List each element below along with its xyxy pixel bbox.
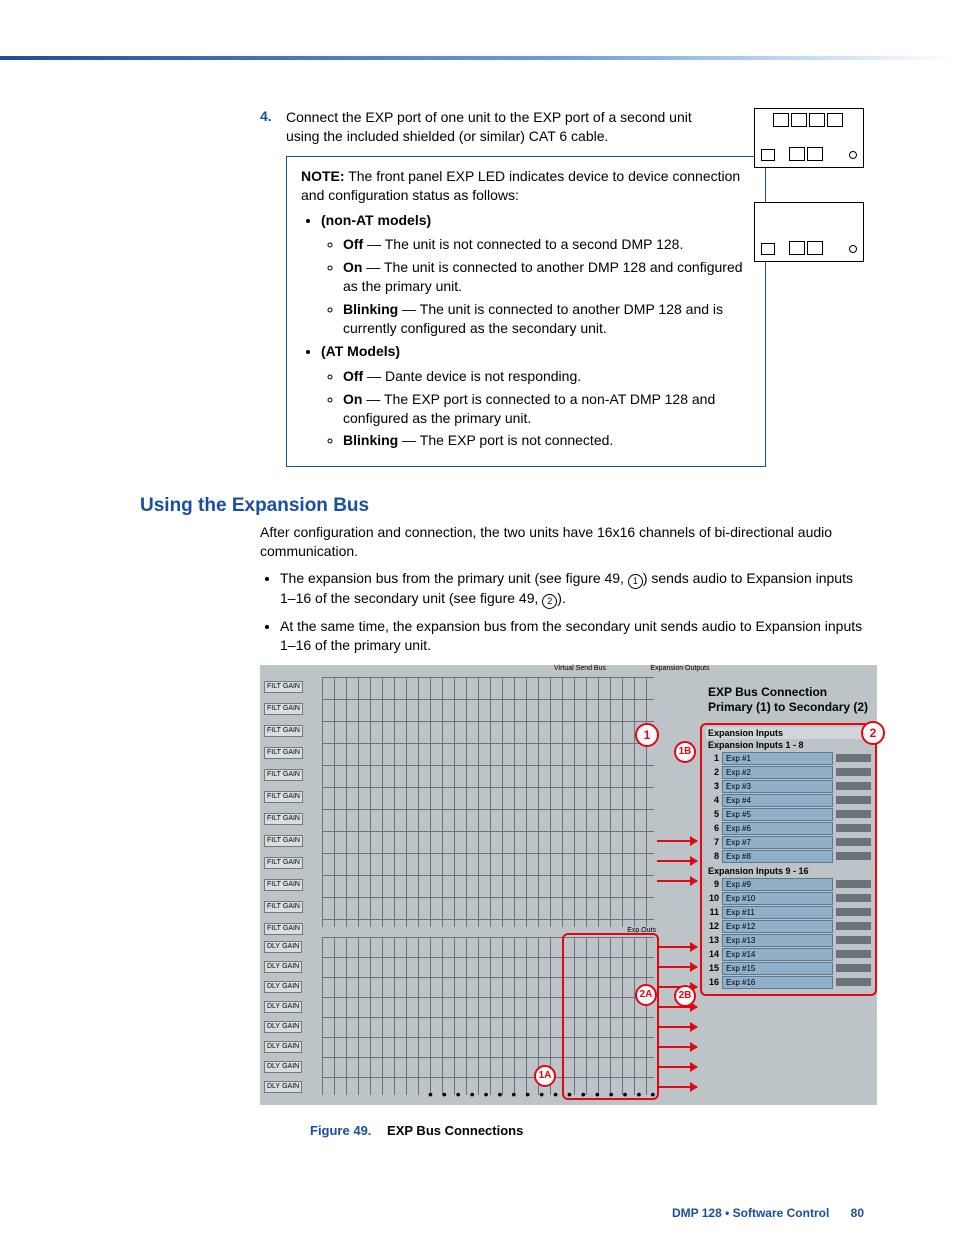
figure-caption: Figure 49. EXP Bus Connections bbox=[310, 1123, 864, 1138]
exp-inputs-sub2: Expansion Inputs 9 - 16 bbox=[706, 866, 871, 877]
mix-row-label: DLYGAIN bbox=[264, 1001, 302, 1013]
mix-grid-top bbox=[322, 677, 654, 927]
callout-1: 1 bbox=[635, 723, 659, 747]
red-arrow bbox=[657, 880, 697, 882]
section-heading: Using the Expansion Bus bbox=[140, 495, 864, 517]
callout-2: 2 bbox=[861, 721, 885, 745]
footer-text: DMP 128 • Software Control bbox=[672, 1206, 829, 1220]
mix-row-label: DLYGAIN bbox=[264, 941, 302, 953]
exp-input-row: 12Exp #12 bbox=[706, 920, 871, 933]
mix-row-label: FILTGAIN bbox=[264, 813, 303, 825]
exp-input-row: 7Exp #7 bbox=[706, 836, 871, 849]
note-box: NOTE: The front panel EXP LED indicates … bbox=[286, 156, 766, 468]
mix-row-label: FILTGAIN bbox=[264, 901, 303, 913]
mix-row-label: DLYGAIN bbox=[264, 1021, 302, 1033]
right-panel-title: EXP Bus Connection Primary (1) to Second… bbox=[708, 685, 877, 715]
mix-row-label: DLYGAIN bbox=[264, 1041, 302, 1053]
mix-row-label: FILTGAIN bbox=[264, 879, 303, 891]
exp-input-row: 1Exp #1 bbox=[706, 752, 871, 765]
red-arrow bbox=[657, 860, 697, 862]
callout-1a: 1A bbox=[534, 1065, 556, 1087]
device-unit-bottom bbox=[754, 202, 864, 262]
mix-row-label: DLYGAIN bbox=[264, 981, 302, 993]
section-intro: After configuration and connection, the … bbox=[260, 523, 864, 561]
mix-row-label: FILTGAIN bbox=[264, 725, 303, 737]
callout-1b: 1B bbox=[674, 741, 696, 763]
red-arrow bbox=[657, 1006, 697, 1008]
bullet-0: The expansion bus from the primary unit … bbox=[280, 569, 864, 609]
mix-row-label: DLYGAIN bbox=[264, 1081, 302, 1093]
page-body: 4. Connect the EXP port of one unit to t… bbox=[0, 60, 954, 1178]
red-arrow bbox=[657, 1086, 697, 1088]
exp-input-row: 14Exp #14 bbox=[706, 948, 871, 961]
note-intro: The front panel EXP LED indicates device… bbox=[301, 168, 740, 203]
inline-ref-2: 2 bbox=[542, 594, 557, 609]
exp-input-row: 5Exp #5 bbox=[706, 808, 871, 821]
note-group-title-1: (AT Models) bbox=[321, 343, 400, 359]
figure-49: Virtual Send Bus Expansion Outputs Exp.O… bbox=[260, 665, 877, 1105]
figure-caption-prefix: Figure 49. bbox=[310, 1123, 371, 1138]
exp-input-row: 13Exp #13 bbox=[706, 934, 871, 947]
exp-inputs-sub1: Expansion Inputs 1 - 8 bbox=[706, 740, 871, 751]
page-footer: DMP 128 • Software Control 80 bbox=[0, 1206, 864, 1220]
red-arrow bbox=[657, 840, 697, 842]
exp-input-row: 15Exp #15 bbox=[706, 962, 871, 975]
callout-2a: 2A bbox=[635, 984, 657, 1006]
exp-input-row: 16Exp #16 bbox=[706, 976, 871, 989]
mix-row-label: DLYGAIN bbox=[264, 1061, 302, 1073]
exp-input-row: 8Exp #8 bbox=[706, 850, 871, 863]
exp-input-row: 9Exp #9 bbox=[706, 878, 871, 891]
exp-input-row: 4Exp #4 bbox=[706, 794, 871, 807]
red-dots-row: ••••••••••••••••• bbox=[428, 1086, 664, 1102]
expansion-inputs-box: Expansion Inputs Expansion Inputs 1 - 8 … bbox=[700, 723, 877, 996]
mix-row-label: FILTGAIN bbox=[264, 857, 303, 869]
section-bullets: The expansion bus from the primary unit … bbox=[260, 569, 864, 655]
exp-input-row: 10Exp #10 bbox=[706, 892, 871, 905]
mix-row-label: FILTGAIN bbox=[264, 835, 303, 847]
device-illustration bbox=[754, 108, 864, 296]
device-unit-top bbox=[754, 108, 864, 168]
bullet-1: At the same time, the expansion bus from… bbox=[280, 617, 864, 655]
exp-input-row: 11Exp #11 bbox=[706, 906, 871, 919]
inline-ref-1: 1 bbox=[628, 574, 643, 589]
right-panel: EXP Bus Connection Primary (1) to Second… bbox=[700, 665, 877, 996]
exp-input-row: 2Exp #2 bbox=[706, 766, 871, 779]
exp-input-row: 3Exp #3 bbox=[706, 780, 871, 793]
red-arrow bbox=[657, 946, 697, 948]
red-highlight-1a bbox=[562, 933, 659, 1100]
mix-matrix-area: Virtual Send Bus Expansion Outputs Exp.O… bbox=[260, 665, 660, 1105]
mix-row-label: FILTGAIN bbox=[264, 769, 303, 781]
note-group-title-0: (non-AT models) bbox=[321, 212, 431, 228]
exp-input-row: 6Exp #6 bbox=[706, 822, 871, 835]
footer-page-number: 80 bbox=[851, 1206, 864, 1220]
mix-row-label: FILTGAIN bbox=[264, 923, 303, 935]
note-group-list: (non-AT models) Off — The unit is not co… bbox=[301, 211, 751, 451]
red-arrow bbox=[657, 1046, 697, 1048]
red-arrow bbox=[657, 1026, 697, 1028]
note-label: NOTE: bbox=[301, 168, 345, 184]
mix-row-label: DLYGAIN bbox=[264, 961, 302, 973]
step-text: Connect the EXP port of one unit to the … bbox=[286, 108, 726, 146]
figure-caption-text: EXP Bus Connections bbox=[387, 1123, 523, 1138]
red-arrow bbox=[657, 1066, 697, 1068]
red-arrow bbox=[657, 966, 697, 968]
mix-row-label: FILTGAIN bbox=[264, 747, 303, 759]
step-number: 4. bbox=[260, 108, 286, 124]
callout-2b: 2B bbox=[674, 985, 696, 1007]
mix-row-label: FILTGAIN bbox=[264, 681, 303, 693]
mix-row-label: FILTGAIN bbox=[264, 703, 303, 715]
mix-row-label: FILTGAIN bbox=[264, 791, 303, 803]
exp-inputs-header: Expansion Inputs bbox=[706, 727, 871, 739]
